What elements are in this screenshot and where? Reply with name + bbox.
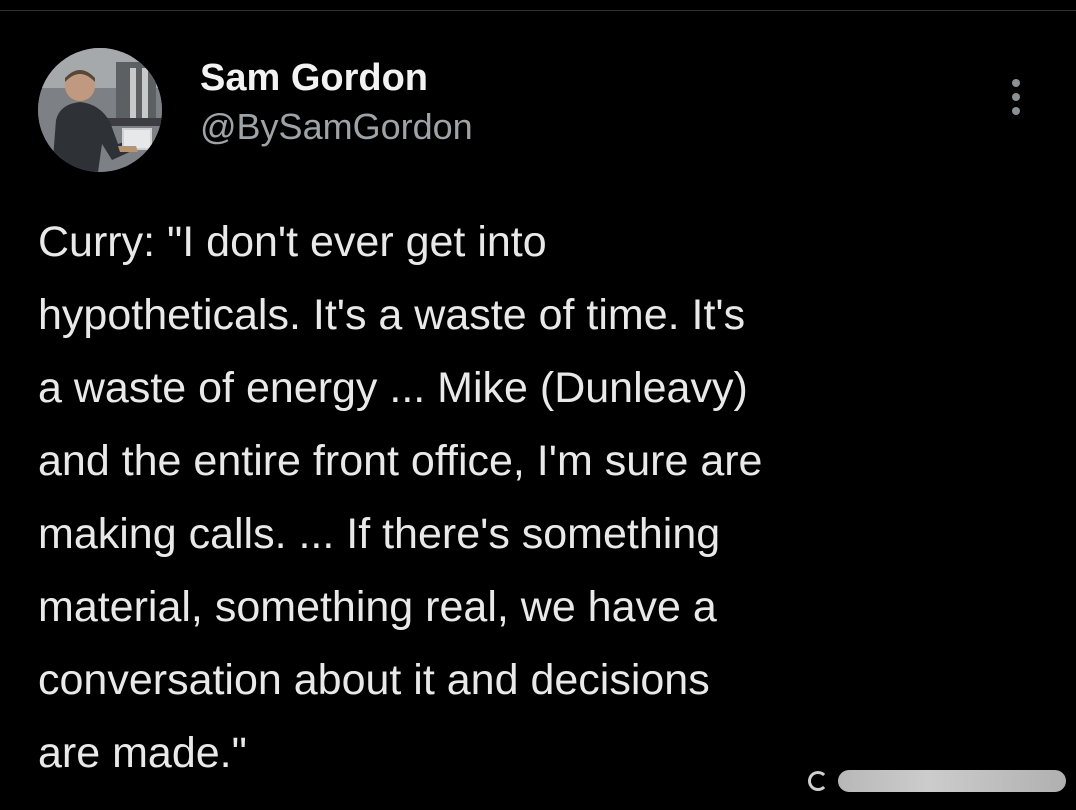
watermark-logo-icon: [808, 771, 828, 791]
author-block[interactable]: Sam Gordon @BySamGordon: [200, 56, 473, 150]
author-handle[interactable]: @BySamGordon: [200, 104, 473, 150]
tweet-header: Sam Gordon @BySamGordon: [38, 48, 1038, 172]
more-vertical-icon: [1012, 79, 1020, 87]
tweet-text: Curry: "I don't ever get into hypothetic…: [38, 218, 763, 777]
screen-top-edge: [0, 0, 1076, 11]
more-vertical-icon-dot: [1012, 107, 1020, 115]
watermark-blurred-text: [838, 770, 1066, 792]
watermark: [808, 764, 1066, 798]
avatar[interactable]: [38, 48, 162, 172]
more-vertical-icon-dot: [1012, 93, 1020, 101]
author-display-name[interactable]: Sam Gordon: [200, 56, 473, 100]
avatar-photo: [38, 48, 162, 172]
more-options-button[interactable]: [996, 72, 1036, 122]
